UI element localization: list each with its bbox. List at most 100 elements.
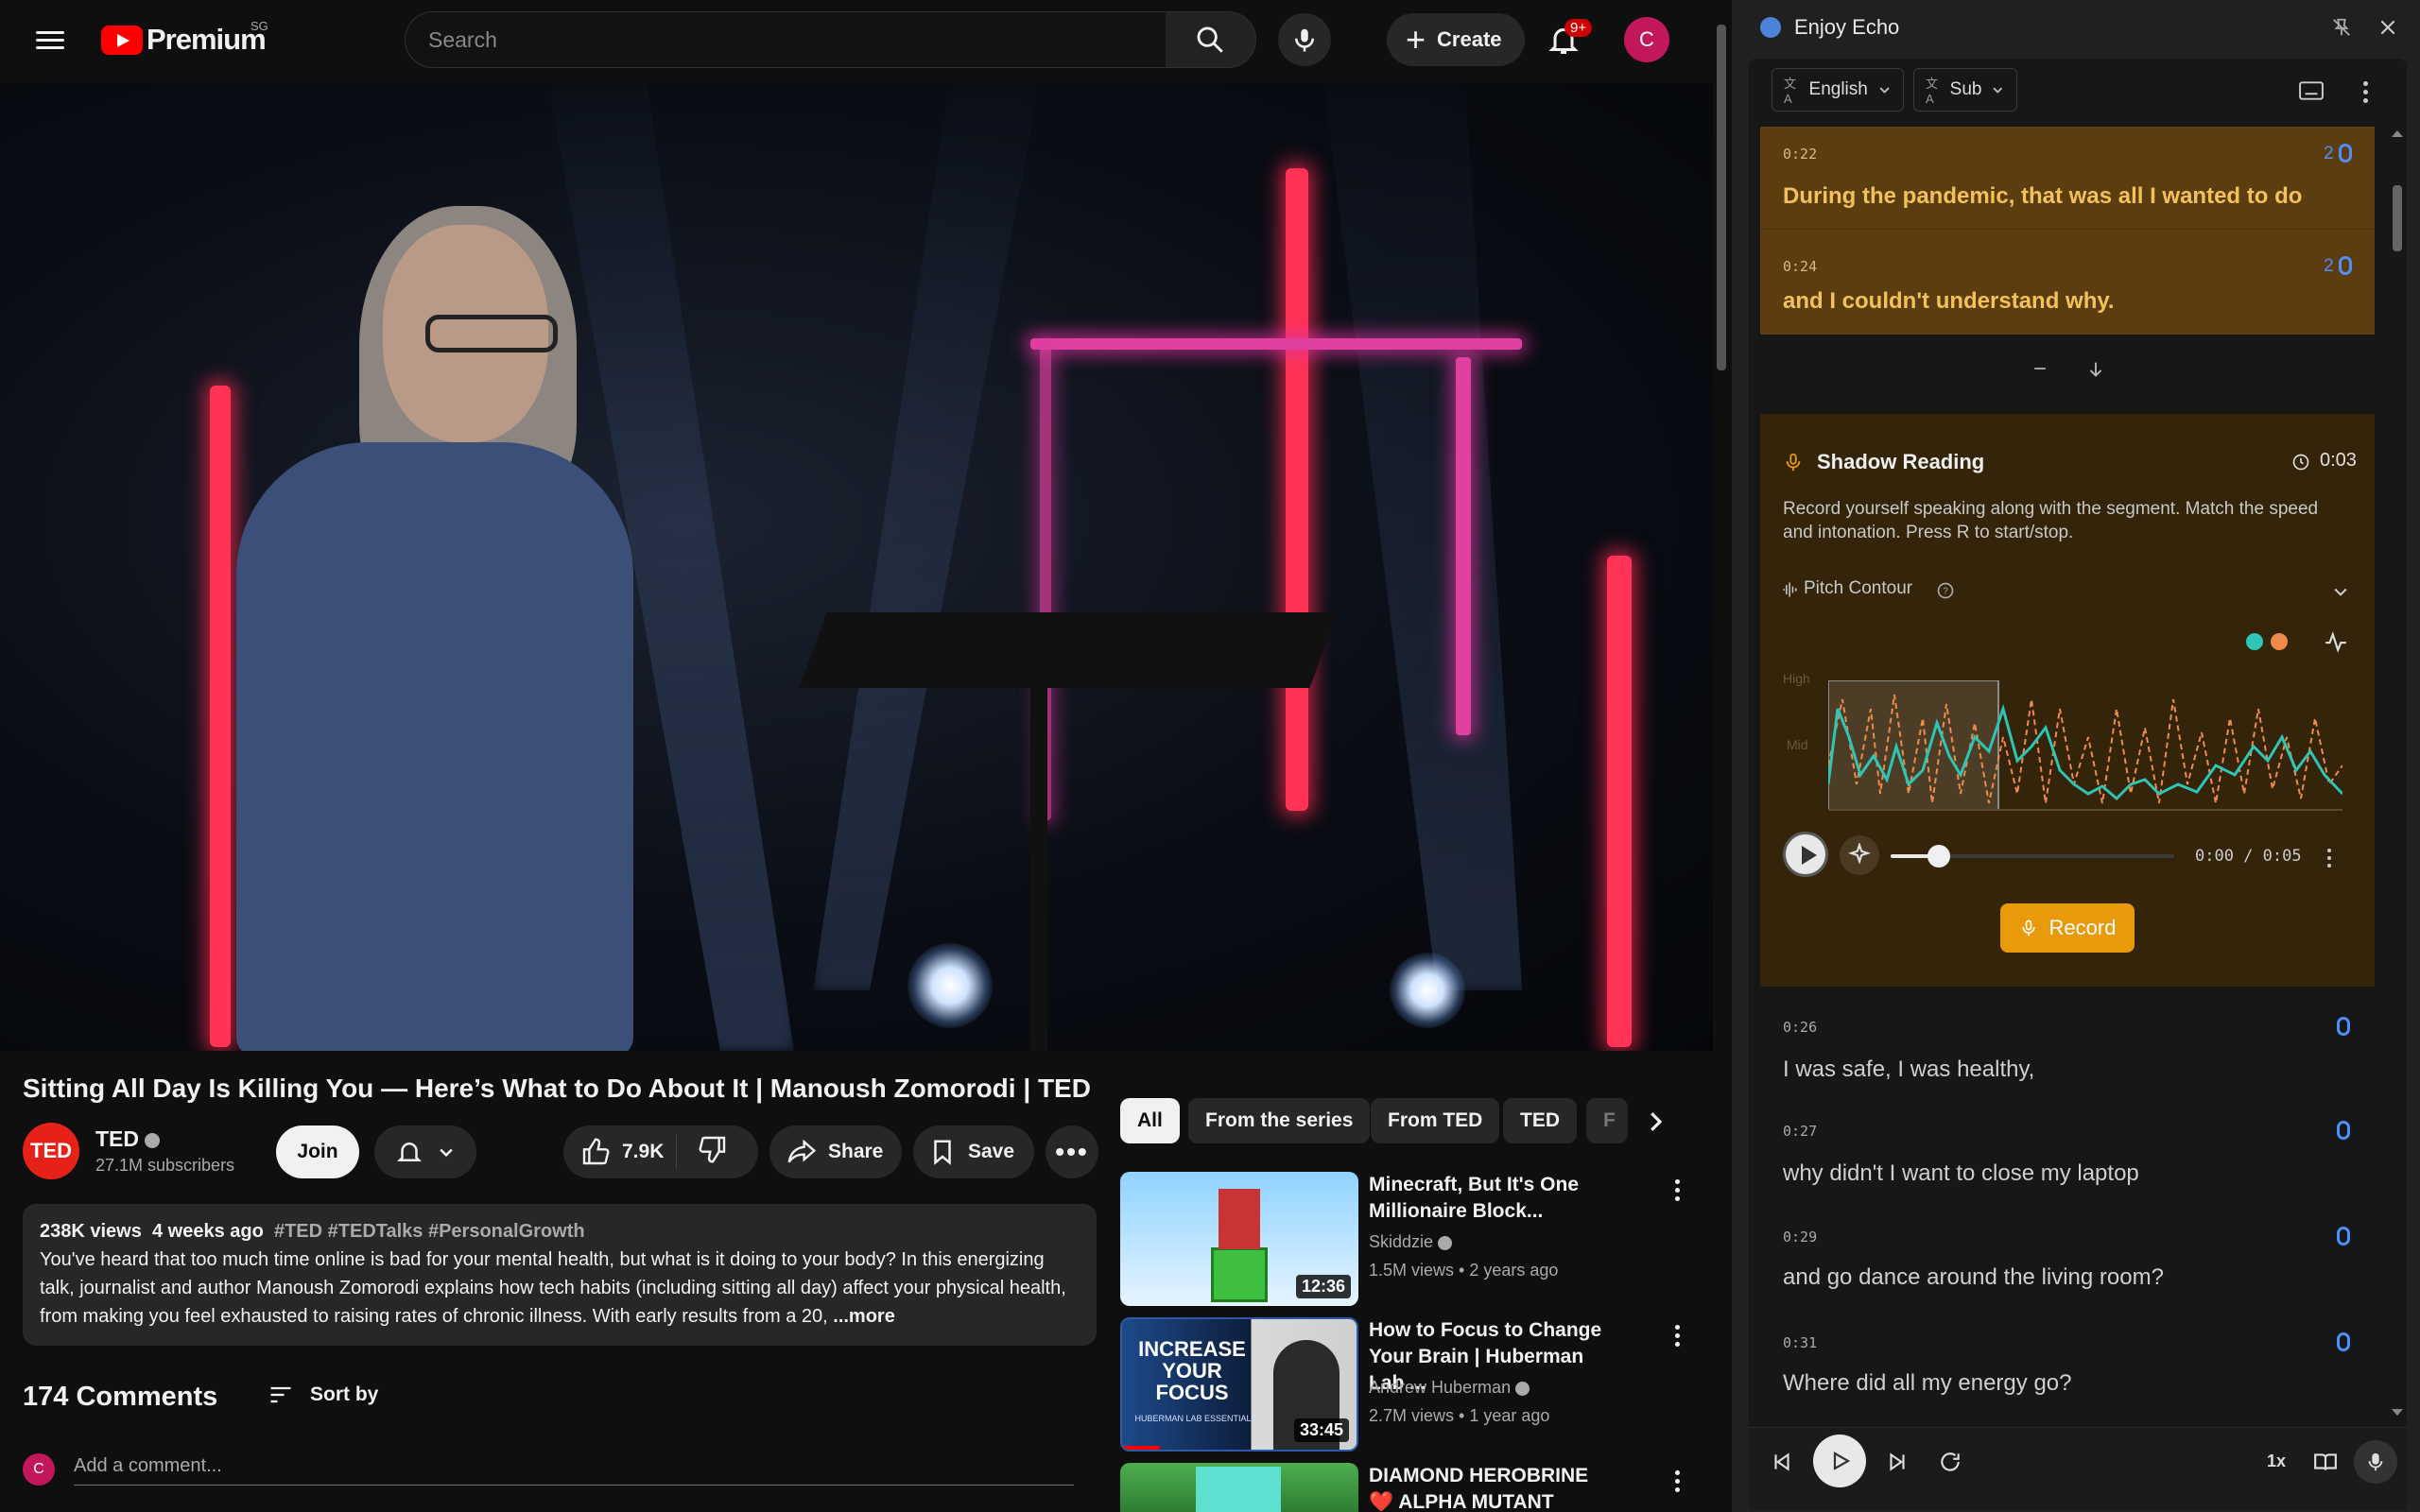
save-button[interactable]: Save: [913, 1125, 1034, 1178]
repeat-icon[interactable]: [1938, 1450, 1962, 1474]
microphone-icon[interactable]: [2337, 1121, 2350, 1140]
microphone-icon[interactable]: [2337, 1227, 2350, 1246]
like-button[interactable]: 7.9K: [563, 1135, 677, 1169]
search-placeholder: Search: [428, 27, 497, 52]
scroll-up-icon[interactable]: [2391, 129, 2404, 138]
subscription-bell-button[interactable]: [374, 1125, 476, 1178]
close-icon[interactable]: [2378, 18, 2397, 37]
play-icon: [1833, 1452, 1851, 1470]
verified-icon: [1438, 1235, 1453, 1250]
recorded-legend-dot: [2271, 633, 2288, 650]
playback-slider[interactable]: [1891, 845, 2174, 868]
play-button[interactable]: [1813, 1435, 1866, 1487]
add-comment-input[interactable]: Add a comment...: [74, 1455, 1074, 1486]
search-input[interactable]: Search: [405, 11, 1167, 68]
dislike-button[interactable]: [677, 1134, 728, 1170]
microphone-icon[interactable]: [2337, 1332, 2350, 1351]
pitch-contour-graph[interactable]: [1828, 680, 2342, 811]
segment-time: 0:26: [1783, 1019, 1818, 1036]
light-beam: [813, 83, 1040, 990]
chip-all[interactable]: All: [1120, 1098, 1180, 1143]
arrow-down-icon[interactable]: [2085, 359, 2106, 380]
chip-from-series[interactable]: From the series: [1188, 1098, 1371, 1143]
more-link[interactable]: ...more: [833, 1306, 895, 1327]
video-thumbnail[interactable]: 12:36: [1120, 1172, 1358, 1306]
subtitle-segment[interactable]: 0:27 why didn't I want to close my lapto…: [1760, 1106, 2375, 1210]
scrollbar-thumb[interactable]: [2393, 185, 2402, 251]
video-title-link[interactable]: Minecraft, But It's One Millionaire Bloc…: [1369, 1172, 1615, 1225]
page-scrollbar[interactable]: [1713, 0, 1732, 1512]
video-player[interactable]: [0, 83, 1713, 1051]
subtitle-segment-active[interactable]: 0:24 and I couldn't understand why. 2: [1760, 229, 2375, 335]
video-menu-icon[interactable]: [1675, 1176, 1681, 1205]
create-button[interactable]: + Create: [1387, 13, 1525, 66]
chip-from-ted[interactable]: From TED: [1371, 1098, 1500, 1143]
hashtags[interactable]: #TED #TEDTalks #PersonalGrowth: [274, 1221, 585, 1242]
collapse-icon[interactable]: [2031, 359, 2049, 378]
microphone-toggle-button[interactable]: [2354, 1440, 2397, 1484]
subtitle-mode-value: Sub: [1949, 79, 1982, 99]
book-icon[interactable]: [2312, 1450, 2339, 1474]
more-actions-button[interactable]: •••: [1046, 1125, 1098, 1178]
chip-partial[interactable]: F: [1586, 1098, 1628, 1143]
subtitle-segment[interactable]: 0:29 and go dance around the living room…: [1760, 1210, 2375, 1315]
previous-icon[interactable]: [1770, 1450, 1794, 1474]
subtitle-segment-active[interactable]: 0:22 During the pandemic, that was all I…: [1760, 127, 2375, 229]
youtube-logo[interactable]: Premium SG: [101, 19, 268, 57]
effects-button[interactable]: [1840, 835, 1879, 875]
pin-icon[interactable]: [2331, 17, 2352, 38]
playback-speed-button[interactable]: 1x: [2267, 1452, 2286, 1471]
scroll-down-icon[interactable]: [2391, 1408, 2404, 1418]
join-button[interactable]: Join: [276, 1125, 359, 1178]
microphone-icon[interactable]: [2337, 1017, 2350, 1036]
playback-timecode: 0:00 / 0:05: [2195, 847, 2302, 866]
panel-menu-icon[interactable]: [2363, 77, 2369, 107]
segment-text: why didn't I want to close my laptop: [1783, 1160, 2139, 1186]
chevron-down-icon[interactable]: [2331, 582, 2350, 601]
chevron-right-icon[interactable]: [1641, 1108, 1669, 1136]
next-icon[interactable]: [1885, 1450, 1910, 1474]
video-menu-icon[interactable]: [1675, 1321, 1681, 1350]
description-box[interactable]: 238K views 4 weeks ago #TED #TEDTalks #P…: [23, 1204, 1097, 1346]
subtitle-segment[interactable]: 0:26 I was safe, I was healthy,: [1760, 1002, 2375, 1106]
user-avatar[interactable]: C: [1624, 17, 1669, 62]
menu-icon[interactable]: [36, 26, 64, 53]
comment-user-avatar: C: [23, 1453, 55, 1486]
voice-search-button[interactable]: [1278, 13, 1331, 66]
language-select[interactable]: 文A English: [1772, 68, 1904, 112]
slider-knob[interactable]: [1927, 845, 1950, 868]
help-icon[interactable]: ?: [1936, 581, 1955, 600]
channel-avatar[interactable]: TED: [23, 1123, 79, 1179]
comment-avatar-letter: C: [33, 1461, 44, 1477]
keyboard-icon[interactable]: [2299, 81, 2324, 100]
video-thumbnail[interactable]: INCREASE YOUR FOCUS HUBERMAN LAB ESSENTI…: [1120, 1317, 1358, 1452]
recording-count[interactable]: 2: [2324, 140, 2352, 164]
record-button[interactable]: Record: [2000, 903, 2135, 953]
video-menu-icon[interactable]: [1675, 1467, 1681, 1496]
recording-count-value: 2: [2324, 256, 2334, 276]
play-original-button[interactable]: [1783, 832, 1828, 877]
video-title-link[interactable]: DIAMOND HEROBRINE ❤️ ALPHA MUTANT DIAMON…: [1369, 1463, 1615, 1512]
channel-link[interactable]: Andrew Huberman: [1369, 1378, 1530, 1398]
channel-name[interactable]: TED: [95, 1126, 161, 1152]
axis-label-high: High: [1783, 671, 1810, 686]
recording-count[interactable]: 2: [2324, 252, 2352, 277]
channel-link[interactable]: Skiddzie: [1369, 1232, 1453, 1252]
share-button[interactable]: Share: [769, 1125, 902, 1178]
chip-ted[interactable]: TED: [1503, 1098, 1577, 1143]
video-thumbnail[interactable]: [1120, 1463, 1358, 1512]
activity-icon[interactable]: [2324, 629, 2348, 654]
sort-by-button[interactable]: Sort by: [265, 1382, 378, 1408]
player-menu-icon[interactable]: [2327, 845, 2333, 871]
segment-time: 0:24: [1783, 258, 1818, 275]
subtitle-segment[interactable]: 0:31 Where did all my energy go?: [1760, 1315, 2375, 1421]
stage-light: [908, 943, 993, 1028]
subtitle-mode-select[interactable]: 文A Sub: [1913, 68, 2017, 112]
panel-scrollbar[interactable]: [2390, 127, 2405, 1421]
video-meta: 1.5M views • 2 years ago: [1369, 1261, 1559, 1280]
echo-logo-icon: [1760, 17, 1781, 38]
channel-logo-text: TED: [30, 1139, 72, 1162]
scrollbar-thumb[interactable]: [1717, 25, 1726, 370]
neon-bar: [1456, 357, 1471, 735]
search-button[interactable]: [1166, 11, 1256, 68]
